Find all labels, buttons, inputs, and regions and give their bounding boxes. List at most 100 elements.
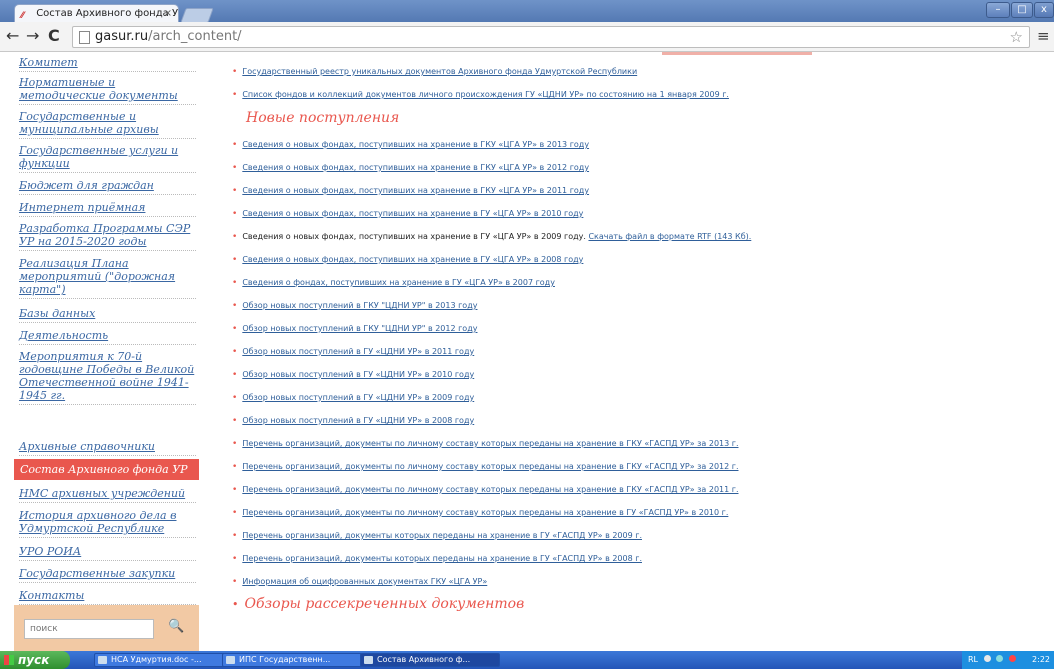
url-domain: gasur.ru xyxy=(95,29,149,44)
bullet-icon: • xyxy=(232,554,238,564)
browser-icon xyxy=(364,656,373,664)
sidebar-item-normative-docs[interactable]: Нормативные и методические документы xyxy=(19,76,196,105)
sidebar-item-databases[interactable]: Базы данных xyxy=(19,307,196,323)
list-item[interactable]: • Перечень организаций, документы по личн… xyxy=(232,438,739,450)
list-item[interactable]: • Сведения о новых фондах, поступивших на… xyxy=(232,208,583,220)
forward-arrow-icon[interactable]: → xyxy=(26,27,39,45)
list-item[interactable]: • Список фондов и коллекций документов ли… xyxy=(232,89,729,101)
bullet-icon: • xyxy=(232,347,238,357)
taskbar-app-browser[interactable]: Состав Архивного ф... xyxy=(360,653,500,667)
sidebar-item-committee[interactable]: Комитет xyxy=(19,56,196,72)
window-maximize-button[interactable]: □ xyxy=(1011,2,1033,18)
list-item[interactable]: • Обзор новых поступлений в ГУ «ЦДНИ УР» … xyxy=(232,369,474,381)
bullet-icon: • xyxy=(232,140,238,150)
bullet-icon: • xyxy=(232,90,238,100)
browser-tab[interactable]: ⁄⁄ Состав Архивного фонда У × xyxy=(14,4,179,22)
sidebar-item-program[interactable]: Разработка Программы СЭР УР на 2015-2020… xyxy=(19,222,196,251)
bookmark-star-icon[interactable]: ☆ xyxy=(1010,27,1023,47)
network-icon[interactable] xyxy=(983,655,991,662)
bullet-icon: • xyxy=(232,485,238,495)
search-panel: 🔍 xyxy=(14,605,199,651)
list-item[interactable]: • Сведения о новых фондах, поступивших на… xyxy=(232,162,589,174)
bullet-icon: • xyxy=(232,301,238,311)
bullet-icon: • xyxy=(232,163,238,173)
sidebar-item-reception[interactable]: Интернет приёмная xyxy=(19,201,196,217)
search-input[interactable] xyxy=(24,619,154,639)
bullet-icon: • xyxy=(232,393,238,403)
back-arrow-icon[interactable]: ← xyxy=(6,27,19,45)
list-item[interactable]: • Обзор новых поступлений в ГУ «ЦДНИ УР» … xyxy=(232,392,474,404)
tab-title: Состав Архивного фонда У xyxy=(36,8,179,19)
system-tray: RL 2:22 xyxy=(962,651,1054,669)
tab-close-icon[interactable]: × xyxy=(164,5,172,22)
sidebar-item-guides[interactable]: Архивные справочники xyxy=(19,440,196,456)
main-content: • Государственный реестр уникальных докум… xyxy=(232,52,1054,651)
taskbar-app-word[interactable]: НСА Удмуртия.doc -... xyxy=(94,653,234,667)
decorative-stripe xyxy=(662,52,812,55)
new-tab-button[interactable] xyxy=(180,8,214,23)
os-taskbar: пуск НСА Удмуртия.doc -... ИПС Государст… xyxy=(0,651,1054,669)
sidebar-item-archives[interactable]: Государственные и муниципальные архивы xyxy=(19,110,196,139)
list-item[interactable]: • Перечень организаций, документы по личн… xyxy=(232,484,739,496)
security-icon[interactable] xyxy=(1008,655,1016,662)
bullet-icon: • xyxy=(232,439,238,449)
sidebar-item-nms[interactable]: НМС архивных учреждений xyxy=(19,487,196,503)
list-item[interactable]: • Перечень организаций, документы которых… xyxy=(232,553,642,565)
list-item[interactable]: • Сведения о новых фондах, поступивших на… xyxy=(232,185,589,197)
list-item[interactable]: • Перечень организаций, документы по личн… xyxy=(232,507,728,519)
list-item[interactable]: • Государственный реестр уникальных докум… xyxy=(232,66,637,78)
list-item[interactable]: • Сведения о новых фондах, поступивших на… xyxy=(232,139,589,151)
reload-icon[interactable]: C xyxy=(48,27,60,45)
list-item[interactable]: • Обзор новых поступлений в ГУ «ЦДНИ УР» … xyxy=(232,415,474,427)
window-minimize-button[interactable]: – xyxy=(986,2,1010,18)
site-favicon-icon: ⁄⁄ xyxy=(21,11,25,21)
list-item[interactable]: • Сведения о новых фондах, поступивших на… xyxy=(232,254,583,266)
language-indicator[interactable]: RL xyxy=(968,655,978,664)
list-item[interactable]: • Перечень организаций, документы которых… xyxy=(232,530,642,542)
list-item[interactable]: • Перечень организаций, документы по личн… xyxy=(232,461,739,473)
sidebar-item-history[interactable]: История архивного дела в Удмуртской Респ… xyxy=(19,509,196,538)
bullet-icon: • xyxy=(232,370,238,380)
list-item[interactable]: • Обзор новых поступлений в ГУ «ЦДНИ УР» … xyxy=(232,346,474,358)
bullet-icon: • xyxy=(232,324,238,334)
bullet-icon: • xyxy=(232,508,238,518)
sidebar-item-services[interactable]: Государственные услуги и функции xyxy=(19,144,196,173)
sidebar-item-fund-composition[interactable]: Состав Архивного фонда УР xyxy=(14,459,199,480)
sidebar-item-budget[interactable]: Бюджет для граждан xyxy=(19,179,196,195)
bullet-icon: • xyxy=(232,416,238,426)
bullet-icon: • xyxy=(232,232,238,242)
sidebar-item-contacts[interactable]: Контакты xyxy=(19,589,196,605)
list-item[interactable]: • Обзор новых поступлений в ГКУ "ЦДНИ УР"… xyxy=(232,323,477,335)
clock[interactable]: 2:22 xyxy=(1032,651,1050,669)
section-heading-new: Новые поступления xyxy=(246,110,400,126)
window-close-button[interactable]: x xyxy=(1034,2,1054,18)
address-bar[interactable]: gasur.ru/arch_content/ ☆ xyxy=(72,26,1030,48)
list-item[interactable]: • Информация об оцифрованных документах Г… xyxy=(232,576,487,588)
web-page: Комитет Нормативные и методические докум… xyxy=(0,52,1054,651)
sidebar-item-roadmap[interactable]: Реализация Плана мероприятий ("дорожная … xyxy=(19,257,196,299)
window-icon xyxy=(226,656,235,664)
bullet-icon: • xyxy=(232,209,238,219)
sidebar-nav: Комитет Нормативные и методические докум… xyxy=(0,52,212,651)
sidebar-item-procurement[interactable]: Государственные закупки xyxy=(19,567,196,583)
bullet-icon: • xyxy=(232,67,238,77)
section-heading-reviews[interactable]: • Обзоры рассекреченных документов xyxy=(232,596,524,612)
list-item: • Сведения о новых фондах, поступивших на… xyxy=(232,232,752,242)
browser-menu-icon[interactable]: ≡ xyxy=(1037,27,1050,45)
windows-logo-icon xyxy=(4,655,14,665)
sidebar-item-uro-roia[interactable]: УРО РОИА xyxy=(19,545,196,561)
list-item[interactable]: • Обзор новых поступлений в ГКУ "ЦДНИ УР"… xyxy=(232,300,477,312)
sidebar-item-victory[interactable]: Мероприятия к 70-й годовщине Победы в Ве… xyxy=(19,350,196,405)
bullet-icon: • xyxy=(232,278,238,288)
start-button[interactable]: пуск xyxy=(0,651,70,669)
sidebar-item-activity[interactable]: Деятельность xyxy=(19,329,196,345)
search-icon[interactable]: 🔍 xyxy=(168,619,184,634)
download-rtf-link[interactable]: Скачать файл в формате RTF (143 Кб). xyxy=(588,232,751,241)
list-item[interactable]: • Сведения о фондах, поступивших на хране… xyxy=(232,277,555,289)
browser-title-bar: ⁄⁄ Состав Архивного фонда У × – □ x xyxy=(0,0,1054,23)
volume-icon[interactable] xyxy=(996,655,1004,662)
document-icon xyxy=(98,656,107,664)
bullet-icon: • xyxy=(232,186,238,196)
bullet-icon: • xyxy=(232,577,238,587)
taskbar-app-ips[interactable]: ИПС Государственн... xyxy=(222,653,362,667)
